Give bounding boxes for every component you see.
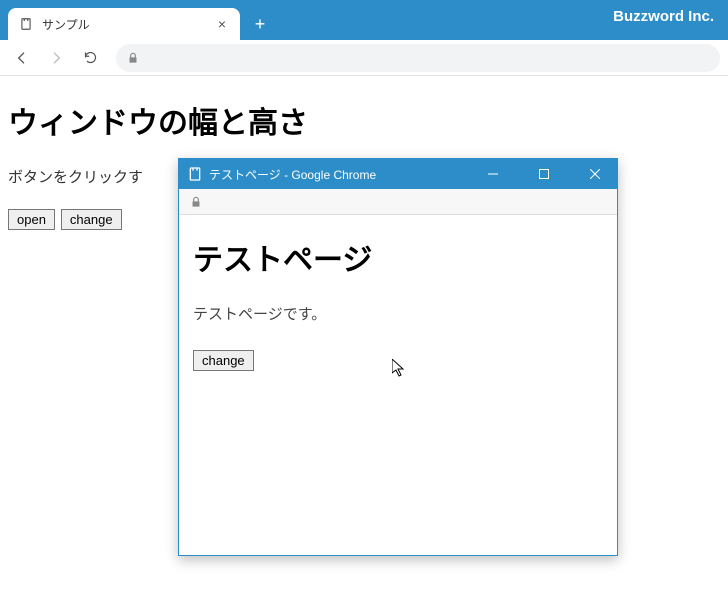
minimize-button[interactable] <box>470 159 515 189</box>
lock-icon <box>189 195 203 209</box>
forward-button[interactable] <box>42 44 70 72</box>
popup-paragraph: テストページです。 <box>193 303 603 324</box>
open-button[interactable]: open <box>8 209 55 230</box>
popup-content: テストページ テストページです。 change <box>179 215 617 555</box>
popup-address-bar[interactable] <box>179 189 617 215</box>
change-button[interactable]: change <box>61 209 122 230</box>
tab-title: サンプル <box>42 16 206 33</box>
tab-favicon-icon <box>18 16 34 32</box>
lock-icon <box>126 51 140 65</box>
popup-window: テストページ - Google Chrome テストページ テストページです。 … <box>178 158 618 556</box>
cursor-icon <box>392 359 408 379</box>
browser-titlebar: サンプル × + Buzzword Inc. <box>0 0 728 40</box>
back-button[interactable] <box>8 44 36 72</box>
reload-button[interactable] <box>76 44 104 72</box>
address-bar[interactable] <box>116 44 720 72</box>
close-button[interactable] <box>572 159 617 189</box>
tab-close-button[interactable]: × <box>214 16 230 32</box>
browser-toolbar <box>0 40 728 76</box>
popup-titlebar[interactable]: テストページ - Google Chrome <box>179 159 617 189</box>
popup-heading: テストページ <box>193 235 603 279</box>
page-heading: ウィンドウの幅と高さ <box>8 98 720 142</box>
popup-favicon-icon <box>187 166 203 182</box>
popup-title: テストページ - Google Chrome <box>209 166 376 183</box>
brand-label: Buzzword Inc. <box>613 8 714 25</box>
new-tab-button[interactable]: + <box>246 10 274 38</box>
maximize-button[interactable] <box>521 159 566 189</box>
browser-tab-active[interactable]: サンプル × <box>8 8 240 40</box>
popup-change-button[interactable]: change <box>193 350 254 371</box>
